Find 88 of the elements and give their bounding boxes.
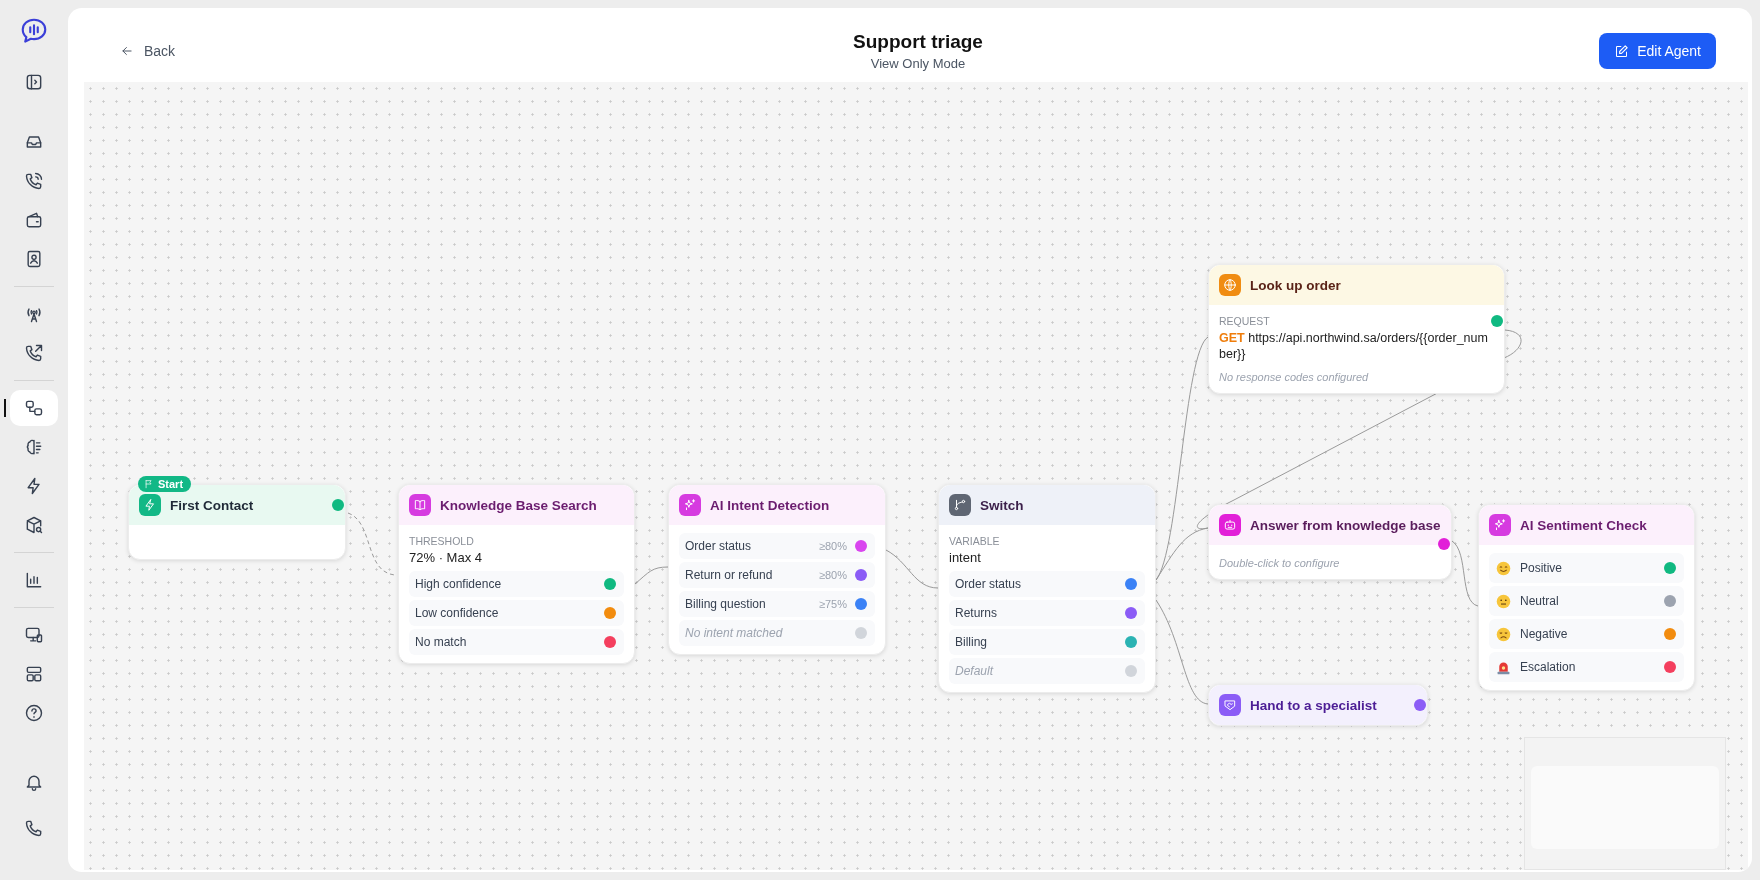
connector-line (1451, 540, 1479, 607)
node-title: AI Sentiment Check (1520, 517, 1647, 533)
connector-line (347, 512, 396, 576)
output-label: High confidence (415, 577, 503, 591)
connection-handle[interactable] (332, 499, 344, 511)
output-handle[interactable] (604, 578, 616, 590)
sparkle-icon (683, 498, 697, 512)
lightning-icon (143, 498, 157, 512)
smiling-face-icon (1495, 559, 1512, 577)
connection-handle[interactable] (1438, 538, 1450, 550)
connection-handle[interactable] (1491, 315, 1503, 327)
output-handle[interactable] (1125, 665, 1137, 677)
node-title: Hand to a specialist (1250, 697, 1377, 713)
output-label: No intent matched (685, 626, 784, 640)
phone-icon (24, 171, 44, 191)
output-label: Neutral (1520, 594, 1560, 608)
output-handle[interactable] (1664, 661, 1676, 673)
output-handle[interactable] (855, 627, 867, 639)
node-title: AI Intent Detection (710, 497, 830, 513)
flag-icon (144, 479, 154, 489)
connector-line (634, 566, 669, 585)
output-label: Negative (1520, 627, 1569, 641)
output-handle[interactable] (604, 636, 616, 648)
output-handle[interactable] (604, 607, 616, 619)
connection-handle[interactable] (1414, 699, 1426, 711)
hint-text: Double-click to configure (1219, 557, 1341, 569)
phone-icon (24, 818, 44, 838)
output-label: Escalation (1520, 660, 1577, 674)
threshold-value: ≥80% (818, 540, 847, 552)
output-handle[interactable] (855, 598, 867, 610)
output-label: Order status (955, 577, 1023, 591)
request-url: GET https://api.northwind.sa/orders/{{order_number}} (1219, 330, 1489, 363)
start-badge: Start (138, 476, 192, 492)
field-value: intent (949, 550, 982, 565)
globe-icon (1223, 278, 1237, 292)
sparkle-icon (1493, 518, 1507, 532)
sad-face-icon (1495, 625, 1512, 643)
node-title: Look up order (1250, 277, 1341, 293)
field-label: THRESHOLD (409, 535, 475, 547)
wallet-icon (24, 210, 44, 230)
branch-icon (953, 498, 967, 512)
output-handle[interactable] (855, 569, 867, 581)
threshold-value: ≥75% (818, 598, 847, 610)
edit-agent-button[interactable]: Edit Agent (1599, 33, 1716, 69)
sidebar-toggle-icon (24, 72, 44, 92)
output-label: Default (955, 664, 995, 678)
contact-card-icon (24, 249, 44, 269)
package-search-icon (24, 515, 44, 535)
output-handle[interactable] (1125, 636, 1137, 648)
output-label: Return or refund (685, 568, 774, 582)
bar-chart-icon (24, 570, 44, 590)
chat-bubble-logo-icon (19, 16, 49, 46)
field-label: REQUEST (1219, 315, 1271, 327)
connector-line (885, 549, 939, 589)
back-link[interactable]: Back (120, 43, 176, 59)
page-title: Support triage (853, 31, 983, 53)
output-label: No match (415, 635, 468, 649)
output-handle[interactable] (1125, 578, 1137, 590)
edit-icon (1614, 43, 1630, 59)
flow-icon (24, 398, 44, 418)
node-title: Knowledge Base Search (440, 497, 597, 513)
hint-text: No response codes configured (1219, 370, 1370, 383)
output-label: Low confidence (415, 606, 500, 620)
output-label: Positive (1520, 561, 1564, 575)
robot-icon (1223, 518, 1237, 532)
output-label: Order status (685, 539, 753, 553)
field-value: 72% · Max 4 (409, 550, 483, 565)
book-icon (413, 498, 427, 512)
threshold-value: ≥80% (818, 569, 847, 581)
output-label: Billing (955, 635, 988, 649)
field-label: VARIABLE (949, 535, 1001, 547)
output-handle[interactable] (855, 540, 867, 552)
output-handle[interactable] (1664, 595, 1676, 607)
devices-icon (24, 625, 44, 645)
layout-icon (24, 664, 44, 684)
neutral-face-icon (1495, 592, 1512, 610)
outgoing-call-icon (24, 343, 44, 363)
output-label: Returns (955, 606, 999, 620)
output-handle[interactable] (1125, 607, 1137, 619)
output-handle[interactable] (1664, 628, 1676, 640)
output-handle[interactable] (1664, 562, 1676, 574)
help-icon (24, 703, 44, 723)
node-title: Switch (980, 497, 1024, 513)
node-title: First Contact (170, 497, 254, 513)
mode-subtitle: View Only Mode (870, 56, 966, 71)
node-title: Answer from knowledge base (1250, 517, 1441, 533)
output-label: Billing question (685, 597, 767, 611)
back-arrow-icon (120, 44, 134, 58)
